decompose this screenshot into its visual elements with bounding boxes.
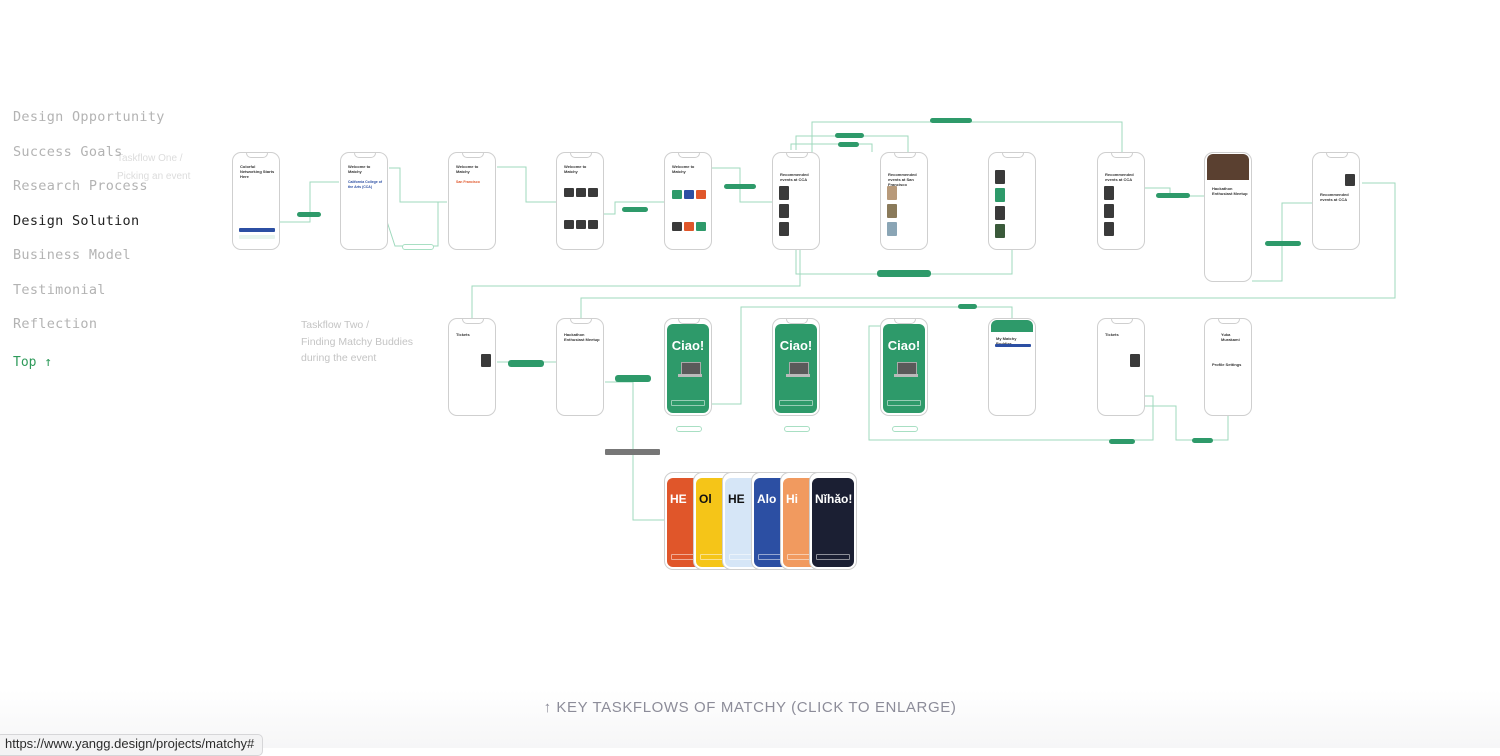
welcome-title: Welcome to Matchy xyxy=(456,164,479,174)
screen-onboarding[interactable]: Colorful Networking Starts Here xyxy=(232,152,280,250)
screen-event-ticket[interactable]: Hackathon Enthusiast Meetup xyxy=(556,318,604,416)
greeting-text: Ciao! xyxy=(887,338,921,353)
screen-recommended-selected[interactable]: Recommended events at CCA xyxy=(1097,152,1145,250)
nav-testimonial[interactable]: Testimonial xyxy=(13,281,165,316)
screen-tickets[interactable]: Tickets xyxy=(448,318,496,416)
screen-welcome-city[interactable]: Welcome to Matchy San Francisco xyxy=(448,152,496,250)
flow-tag xyxy=(1192,438,1213,443)
flow-tag xyxy=(835,133,864,138)
flow-tag xyxy=(958,304,977,309)
welcome-title: Welcome to Matchy xyxy=(348,164,371,174)
status-bar-url: https://www.yangg.design/projects/matchy… xyxy=(0,734,264,756)
screen-greeting-variant[interactable]: Nǐhǎo! xyxy=(809,472,857,570)
welcome-title: Welcome to Matchy xyxy=(564,164,587,174)
flow-tag xyxy=(892,426,918,432)
screen-welcome-school[interactable]: Welcome to Matchy California College of … xyxy=(340,152,388,250)
school-name: California College of the Arts (CCA) xyxy=(348,180,383,189)
screen-profile[interactable]: Yuka Murakami Profile Settings xyxy=(1204,318,1252,416)
flow-tag xyxy=(1109,439,1135,444)
profile-settings-heading: Profile Settings xyxy=(1212,362,1242,367)
flow-tag xyxy=(838,142,859,147)
greeting-text: Ciao! xyxy=(671,338,705,353)
flow-tag xyxy=(508,360,544,367)
screen-welcome-interests[interactable]: Welcome to Matchy xyxy=(556,152,604,250)
flow-tag xyxy=(605,449,660,455)
screen-tickets-2[interactable]: Tickets xyxy=(1097,318,1145,416)
taskflow-diagram[interactable]: Colorful Networking Starts Here Welcome … xyxy=(0,0,1500,748)
flow-tag xyxy=(724,184,756,189)
recommended-title: Recommended events at CCA xyxy=(1320,192,1349,202)
flow-tag xyxy=(1156,193,1190,198)
screen-home-upcoming[interactable]: Recommended events at CCA xyxy=(1312,152,1360,250)
screen-matchy-buddies[interactable]: My Matchy Buddies xyxy=(988,318,1036,416)
nav-research-process[interactable]: Research Process xyxy=(13,177,165,212)
nav-success-goals[interactable]: Success Goals xyxy=(13,143,165,178)
screen-ciao-1[interactable]: Ciao! xyxy=(664,318,712,416)
greeting-text: Nǐhǎo! xyxy=(815,492,853,506)
flow-tag xyxy=(615,375,651,382)
flow-tag xyxy=(930,118,972,123)
flow-tag xyxy=(784,426,810,432)
image-caption: ↑ KEY TASKFLOWS OF MATCHY (CLICK TO ENLA… xyxy=(543,699,957,716)
screen-event-detail[interactable]: Hackathon Enthusiast Meetup xyxy=(1204,152,1252,282)
greeting-text: Ciao! xyxy=(779,338,813,353)
onboarding-title: Colorful Networking Starts Here xyxy=(240,164,275,179)
recommended-title: Recommended events at CCA xyxy=(780,172,809,182)
nav-design-opportunity[interactable]: Design Opportunity xyxy=(13,108,165,143)
section-nav: Design Opportunity Success Goals Researc… xyxy=(13,108,165,370)
flow-tag xyxy=(676,426,702,432)
flow-tag xyxy=(877,270,931,277)
flow-tag xyxy=(402,244,434,250)
city-name: San Francisco xyxy=(456,180,480,184)
screen-recommended-sf[interactable]: Recommended events at San Francisco xyxy=(880,152,928,250)
flow-tag xyxy=(622,207,648,212)
flow-tag xyxy=(1265,241,1301,246)
recommended-title: Recommended events at CCA xyxy=(1105,172,1134,182)
nav-design-solution[interactable]: Design Solution xyxy=(13,212,165,247)
recommended-title: Recommended events at San Francisco xyxy=(888,172,917,187)
screen-welcome-selected[interactable]: Welcome to Matchy xyxy=(664,152,712,250)
taskflow-two-label: Taskflow Two / Finding Matchy Buddies du… xyxy=(301,319,414,364)
event-title: Hackathon Enthusiast Meetup xyxy=(1212,186,1248,196)
back-to-top-link[interactable]: Top ↑ xyxy=(13,355,165,370)
flow-tag xyxy=(297,212,321,217)
tickets-title: Tickets xyxy=(1105,332,1119,337)
tickets-title: Tickets xyxy=(456,332,470,337)
screen-ciao-2[interactable]: Ciao! xyxy=(772,318,820,416)
screen-recommended-cca[interactable]: Recommended events at CCA xyxy=(772,152,820,250)
profile-name: Yuka Murakami xyxy=(1221,332,1240,342)
screen-event-list[interactable] xyxy=(988,152,1036,250)
event-title: Hackathon Enthusiast Meetup xyxy=(564,332,600,342)
screen-ciao-3[interactable]: Ciao! xyxy=(880,318,928,416)
flow-connectors xyxy=(280,121,1396,521)
welcome-title: Welcome to Matchy xyxy=(672,164,695,174)
nav-reflection[interactable]: Reflection xyxy=(13,315,165,350)
nav-business-model[interactable]: Business Model xyxy=(13,246,165,281)
